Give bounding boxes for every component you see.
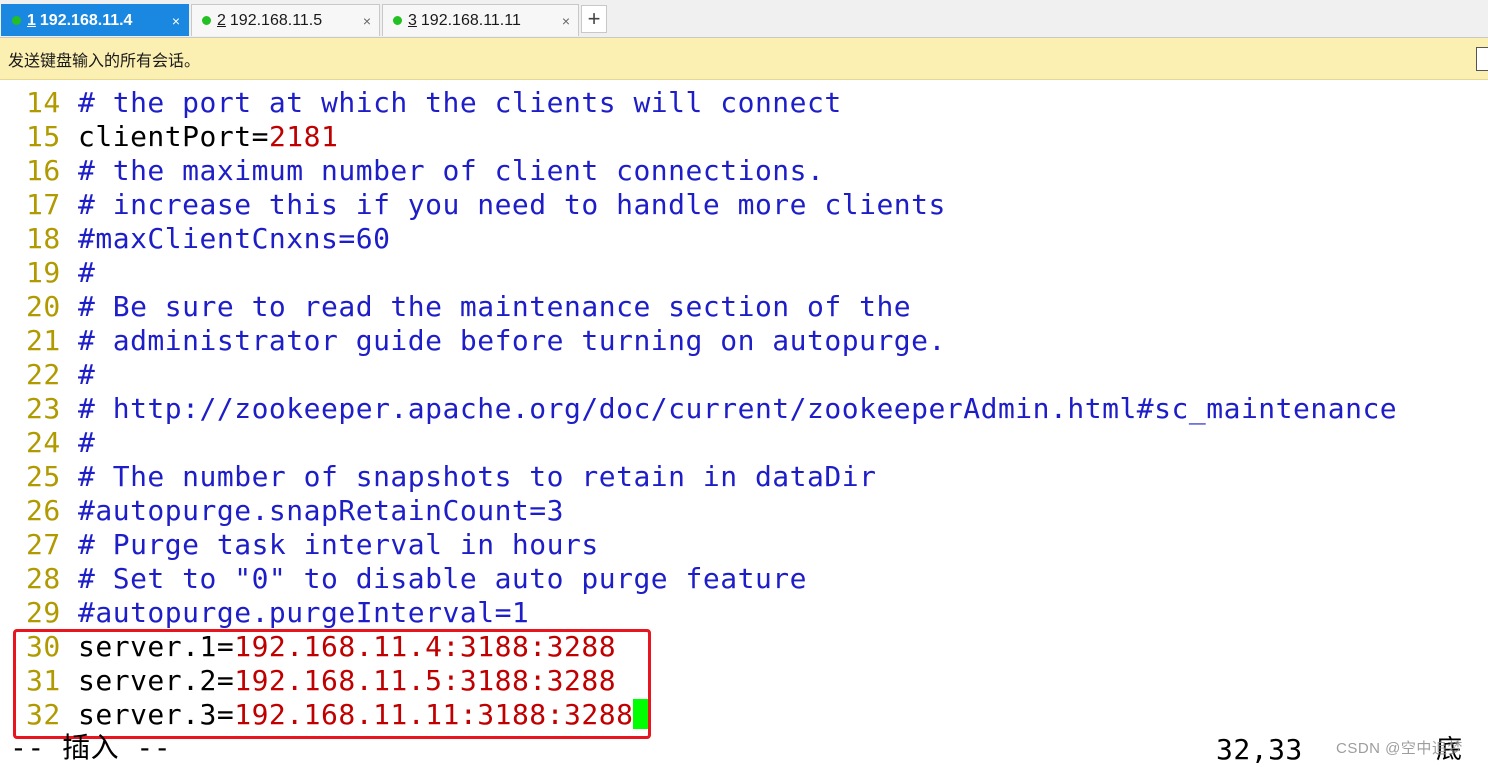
tab-session-2[interactable]: 2 192.168.11.5 × bbox=[191, 4, 380, 36]
comment-text: #maxClientCnxns=60 bbox=[78, 222, 391, 255]
tab-number: 2 bbox=[217, 11, 226, 29]
line-number: 17 bbox=[26, 188, 61, 221]
tab-number: 1 bbox=[27, 11, 36, 29]
comment-text: #autopurge.snapRetainCount=3 bbox=[78, 494, 565, 527]
cursor-position: 32,33 bbox=[1216, 733, 1303, 766]
session-tab-bar: 1 192.168.11.4 × 2 192.168.11.5 × 3 192.… bbox=[0, 0, 1488, 38]
send-to-all-sessions-bar: 发送键盘输入的所有会话。 bbox=[0, 38, 1488, 80]
line-number: 26 bbox=[26, 494, 61, 527]
editor-line: 18 #maxClientCnxns=60 bbox=[26, 222, 390, 256]
comment-text: # Be sure to read the maintenance sectio… bbox=[78, 290, 912, 323]
send-to-all-label: 发送键盘输入的所有会话。 bbox=[8, 52, 201, 70]
close-icon[interactable]: × bbox=[562, 13, 570, 29]
line-number: 20 bbox=[26, 290, 61, 323]
line-number: 29 bbox=[26, 596, 61, 629]
close-icon[interactable]: × bbox=[363, 13, 371, 29]
key-text: clientPort= bbox=[78, 120, 269, 153]
line-number: 19 bbox=[26, 256, 61, 289]
comment-text: # bbox=[78, 358, 96, 391]
line-number: 27 bbox=[26, 528, 61, 561]
editor-line: 14 # the port at which the clients will c… bbox=[26, 86, 842, 120]
add-tab-button[interactable]: + bbox=[581, 5, 607, 33]
editor-line: 23 # http://zookeeper.apache.org/doc/curr… bbox=[26, 392, 1397, 426]
line-number: 28 bbox=[26, 562, 61, 595]
tab-label: 192.168.11.4 bbox=[39, 11, 133, 29]
editor-line: 19 # bbox=[26, 256, 95, 290]
editor-line: 16 # the maximum number of client connect… bbox=[26, 154, 824, 188]
editor-line: 27 # Purge task interval in hours bbox=[26, 528, 599, 562]
comment-text: # administrator guide before turning on … bbox=[78, 324, 946, 357]
editor-line: 17 # increase this if you need to handle … bbox=[26, 188, 946, 222]
editor-line: 29 #autopurge.purgeInterval=1 bbox=[26, 596, 529, 630]
comment-text: # http://zookeeper.apache.org/doc/curren… bbox=[78, 392, 1398, 425]
editor-line: 20 # Be sure to read the maintenance sect… bbox=[26, 290, 911, 324]
comment-text: # bbox=[78, 256, 96, 289]
connected-status-icon bbox=[393, 16, 402, 25]
comment-text: # increase this if you need to handle mo… bbox=[78, 188, 946, 221]
connected-status-icon bbox=[12, 16, 21, 25]
tab-session-3[interactable]: 3 192.168.11.11 × bbox=[382, 4, 579, 36]
connected-status-icon bbox=[202, 16, 211, 25]
vim-mode-indicator: -- 插入 -- bbox=[10, 731, 172, 764]
watermark: CSDN @空中追梦 bbox=[1336, 740, 1463, 757]
tab-label: 192.168.11.11 bbox=[420, 11, 521, 29]
editor-line: 21 # administrator guide before turning o… bbox=[26, 324, 946, 358]
editor-line: 26 #autopurge.snapRetainCount=3 bbox=[26, 494, 564, 528]
editor-line: 15 clientPort=2181 bbox=[26, 120, 338, 154]
editor-line: 28 # Set to "0" to disable auto purge fea… bbox=[26, 562, 807, 596]
send-to-all-input[interactable] bbox=[1476, 47, 1488, 71]
comment-text: #autopurge.purgeInterval=1 bbox=[78, 596, 530, 629]
line-number: 16 bbox=[26, 154, 61, 187]
value-text: 2181 bbox=[268, 120, 339, 153]
line-number: 25 bbox=[26, 460, 61, 493]
editor-line: 25 # The number of snapshots to retain in… bbox=[26, 460, 876, 494]
editor-line: 22 # bbox=[26, 358, 95, 392]
line-number: 21 bbox=[26, 324, 61, 357]
terminal-editor[interactable]: 14 # the port at which the clients will c… bbox=[0, 82, 1488, 767]
line-number: 23 bbox=[26, 392, 61, 425]
line-number: 15 bbox=[26, 120, 61, 153]
comment-text: # Purge task interval in hours bbox=[78, 528, 599, 561]
tab-label: 192.168.11.5 bbox=[229, 11, 323, 29]
line-number: 22 bbox=[26, 358, 61, 391]
line-number: 18 bbox=[26, 222, 61, 255]
line-number: 14 bbox=[26, 86, 61, 119]
close-icon[interactable]: × bbox=[172, 13, 180, 29]
tab-session-1[interactable]: 1 192.168.11.4 × bbox=[1, 4, 189, 36]
line-number: 24 bbox=[26, 426, 61, 459]
comment-text: # the port at which the clients will con… bbox=[78, 86, 842, 119]
tab-number: 3 bbox=[408, 11, 417, 29]
editor-line: 24 # bbox=[26, 426, 95, 460]
comment-text: # Set to "0" to disable auto purge featu… bbox=[78, 562, 808, 595]
server-lines-highlight-box bbox=[13, 629, 651, 739]
comment-text: # bbox=[78, 426, 96, 459]
comment-text: # The number of snapshots to retain in d… bbox=[78, 460, 877, 493]
comment-text: # the maximum number of client connectio… bbox=[78, 154, 825, 187]
